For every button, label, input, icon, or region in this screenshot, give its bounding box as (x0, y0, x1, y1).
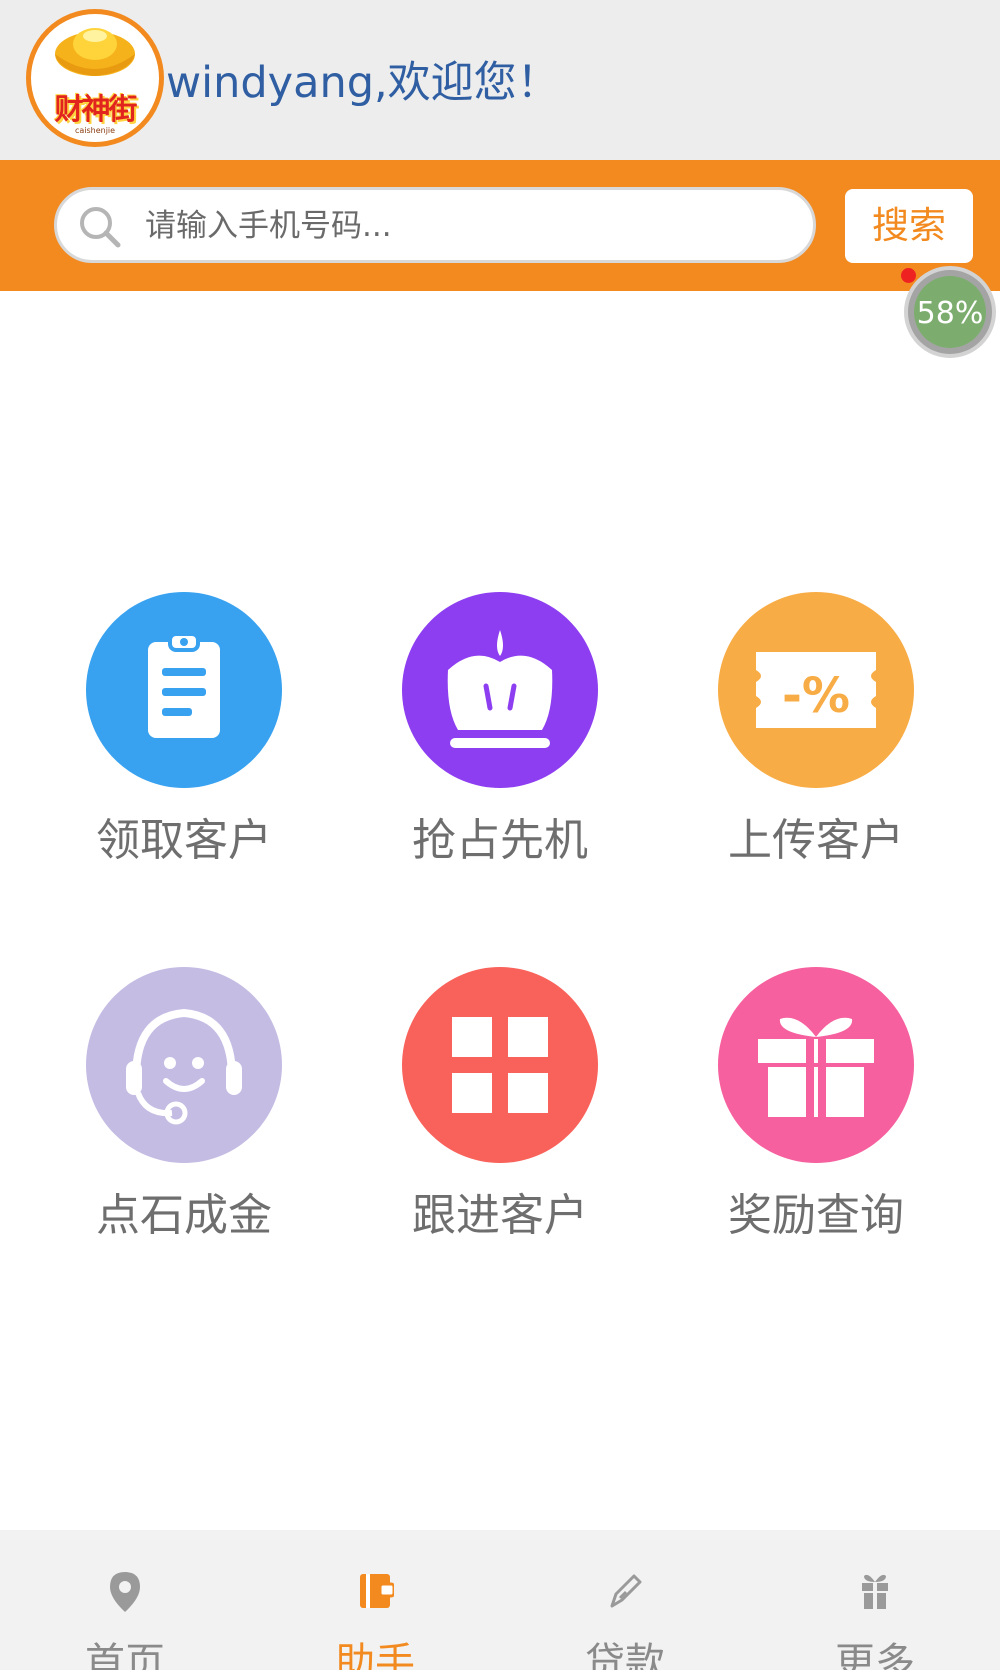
nav-label: 助手 (335, 1640, 415, 1670)
logo-text: 财神街 (54, 92, 137, 126)
location-pin-icon (110, 1572, 140, 1612)
search-box[interactable] (54, 187, 816, 263)
welcome-text: windyang,欢迎您！ (166, 58, 560, 108)
svg-text:-%: -% (782, 668, 850, 724)
grid-item-midas-touch[interactable]: 点石成金 (50, 967, 310, 1247)
app-page: 财神街 caishenjie windyang,欢迎您！ 搜索 58% (0, 0, 1000, 1670)
coupon-icon: -% (718, 592, 914, 788)
nav-item-home[interactable]: 首页 (0, 1530, 250, 1670)
pen-icon (610, 1574, 642, 1608)
grid-icon (402, 967, 598, 1163)
grid-label: 领取客户 (96, 815, 272, 866)
gift-icon (862, 1574, 888, 1609)
grid-label: 抢占先机 (412, 815, 588, 866)
bottom-nav: 首页 助手 贷款 更多 (0, 1530, 1000, 1670)
grid-label: 上传客户 (728, 815, 904, 866)
nav-item-assistant[interactable]: 助手 (250, 1530, 500, 1670)
header: 财神街 caishenjie windyang,欢迎您！ (0, 0, 1000, 160)
nav-item-more[interactable]: 更多 (750, 1530, 1000, 1670)
headset-smile-icon (86, 967, 282, 1163)
clipboard-icon (86, 592, 282, 788)
nav-label: 更多 (835, 1640, 915, 1670)
grid-item-follow-up[interactable]: 跟进客户 (366, 967, 626, 1247)
search-bar: 搜索 (0, 160, 1000, 291)
grid-item-upload-customers[interactable]: -% 上传客户 (682, 592, 942, 872)
notebook-icon (360, 1574, 394, 1608)
nav-label: 首页 (85, 1640, 165, 1670)
grid-label: 奖励查询 (728, 1190, 904, 1241)
search-input[interactable] (143, 190, 787, 262)
nav-label: 贷款 (585, 1640, 665, 1670)
gift-icon (718, 967, 914, 1163)
grid-label: 跟进客户 (412, 1190, 588, 1241)
nav-item-loan[interactable]: 贷款 (500, 1530, 750, 1670)
progress-percent: 58% (916, 296, 984, 331)
notification-dot (901, 268, 916, 283)
grid-label: 点石成金 (96, 1190, 272, 1241)
grid-item-seize-opportunity[interactable]: 抢占先机 (366, 592, 626, 872)
search-button[interactable]: 搜索 (845, 189, 973, 263)
search-icon (80, 207, 121, 248)
crown-icon (402, 592, 598, 788)
brand-logo: 财神街 caishenjie (26, 9, 164, 147)
floating-progress-widget[interactable]: 58% (904, 266, 996, 358)
grid-item-reward-query[interactable]: 奖励查询 (682, 967, 942, 1247)
grid-item-get-customers[interactable]: 领取客户 (50, 592, 310, 872)
logo-subtext: caishenjie (74, 126, 116, 135)
